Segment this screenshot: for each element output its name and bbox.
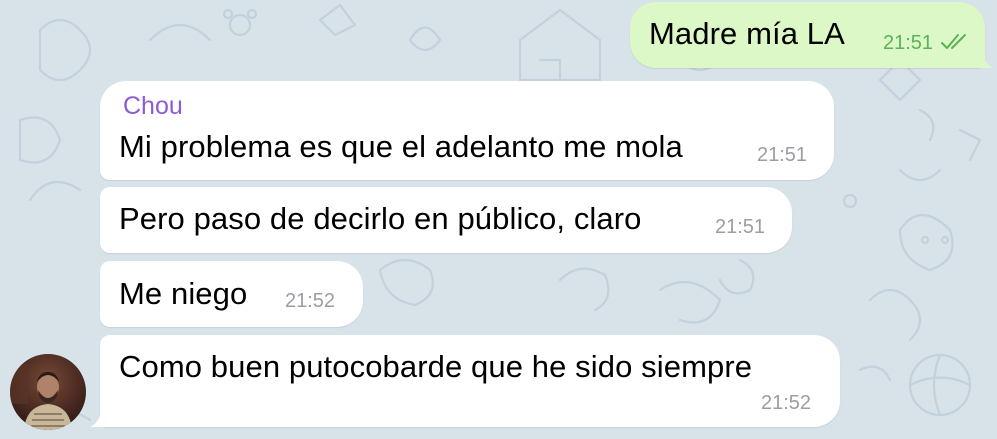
read-checkmarks-icon — [941, 34, 966, 49]
incoming-message-bubble[interactable]: Pero paso de decirlo en público, claro 2… — [100, 187, 792, 253]
sender-avatar[interactable] — [10, 354, 86, 430]
incoming-message-bubble[interactable]: Chou Mi problema es que el adelanto me m… — [100, 81, 834, 180]
incoming-bubble-tail — [90, 407, 108, 427]
incoming-message-bubble[interactable]: Como buen putocobarde que he sido siempr… — [100, 335, 840, 427]
outgoing-message-bubble[interactable]: Madre mía LA 21:51 — [630, 2, 985, 68]
message-text: Mi problema es que el adelanto me mola — [119, 129, 683, 164]
message-time: 21:51 — [883, 32, 934, 54]
message-time: 21:51 — [715, 216, 766, 238]
message-text: Me niego — [119, 276, 248, 311]
message-text: Madre mía LA — [649, 16, 845, 51]
incoming-message-bubble[interactable]: Me niego 21:52 — [100, 261, 363, 327]
message-text: Como buen putocobarde que he sido siempr… — [119, 349, 753, 384]
message-time: 21:52 — [761, 392, 812, 414]
sender-name[interactable]: Chou — [123, 92, 183, 121]
outgoing-bubble-tail — [978, 50, 994, 68]
message-time: 21:52 — [285, 290, 336, 312]
message-text: Pero paso de decirlo en público, claro — [119, 201, 642, 236]
avatar-photo-icon — [10, 354, 86, 430]
message-time: 21:51 — [757, 144, 808, 166]
